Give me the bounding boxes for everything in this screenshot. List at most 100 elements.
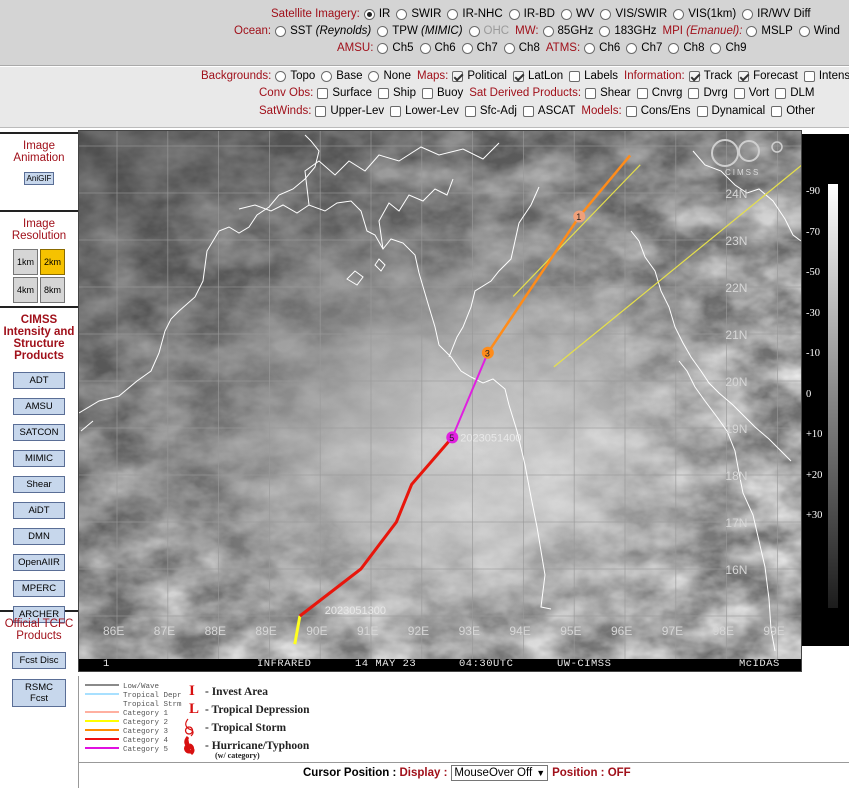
models-other-checkbox[interactable] (771, 105, 783, 117)
sat-vis-1km-radio[interactable] (673, 8, 685, 20)
conv-surface-option[interactable]: Surface (317, 87, 372, 99)
amsu-ch6-option[interactable]: Ch6 (419, 42, 456, 54)
tcfc-rsmc-fcst-button[interactable]: RSMC Fcst (12, 679, 66, 707)
mslp-option[interactable]: MSLP (746, 25, 793, 37)
resolution-4km-button[interactable]: 4km (12, 277, 38, 303)
sat-vis-swir-option[interactable]: VIS/SWIR (600, 8, 667, 20)
models-dynamical-option[interactable]: Dynamical (696, 105, 765, 117)
map-political-option[interactable]: Political (452, 70, 507, 82)
models-other-option[interactable]: Other (771, 105, 815, 117)
derived-dvrg-checkbox[interactable] (688, 87, 700, 99)
bg-topo-option[interactable]: Topo (275, 70, 315, 82)
bg-base-option[interactable]: Base (321, 70, 362, 82)
mw-85-radio[interactable] (542, 25, 554, 37)
atms-ch7-option[interactable]: Ch7 (626, 42, 662, 54)
satwinds-ascat-option[interactable]: ASCAT (522, 105, 575, 117)
conv-buoy-option[interactable]: Buoy (422, 87, 463, 99)
sat-ir-option[interactable]: IR (363, 8, 390, 20)
sst-radio[interactable] (275, 25, 287, 37)
derived-dlm-checkbox[interactable] (775, 87, 787, 99)
info-forecast-checkbox[interactable] (738, 70, 750, 82)
satellite-map-svg[interactable]: 5 3 1 86E 87E 88E 89E 90E 91E 92E 93E 94E 95E 96E 97E… (79, 131, 801, 659)
sat-vis-swir-radio[interactable] (600, 8, 612, 20)
bg-topo-radio[interactable] (275, 70, 287, 82)
sat-ir-wv-diff-option[interactable]: IR/WV Diff (742, 8, 811, 20)
tcfc-fcst-disc-button[interactable]: Fcst Disc (12, 652, 66, 669)
models-dynamical-checkbox[interactable] (696, 105, 708, 117)
amsu-ch8-radio[interactable] (503, 42, 515, 54)
tpw-radio[interactable] (377, 25, 389, 37)
map-labels-option[interactable]: Labels (569, 70, 618, 82)
bg-none-radio[interactable] (368, 70, 380, 82)
resolution-8km-button[interactable]: 8km (40, 277, 66, 303)
derived-cnvrg-option[interactable]: Cnvrg (636, 87, 682, 99)
map-latlon-checkbox[interactable] (512, 70, 524, 82)
wind-option[interactable]: Wind (798, 25, 840, 37)
product-openaiir-button[interactable]: OpenAIIR (13, 554, 65, 571)
satwinds-lower-lev-checkbox[interactable] (390, 105, 402, 117)
amsu-ch7-option[interactable]: Ch7 (461, 42, 498, 54)
sat-wv-option[interactable]: WV (560, 8, 594, 20)
product-aidt-button[interactable]: AiDT (13, 502, 65, 519)
atms-ch6-radio[interactable] (584, 42, 596, 54)
conv-buoy-checkbox[interactable] (422, 87, 433, 99)
product-adt-button[interactable]: ADT (13, 372, 65, 389)
atms-ch9-radio[interactable] (710, 42, 722, 54)
display-select[interactable]: MouseOver Off ▼ (451, 765, 549, 781)
amsu-ch7-radio[interactable] (461, 42, 473, 54)
mw-85-option[interactable]: 85GHz (542, 25, 593, 37)
map-latlon-option[interactable]: LatLon (512, 70, 563, 82)
satwinds-lower-lev-option[interactable]: Lower-Lev (390, 105, 459, 117)
tpw-option[interactable]: TPW (MIMIC) (377, 25, 463, 37)
atms-ch7-radio[interactable] (626, 42, 638, 54)
info-track-checkbox[interactable] (688, 70, 700, 82)
anigif-button[interactable]: AniGIF (23, 172, 55, 185)
resolution-2km-button[interactable]: 2km (40, 249, 66, 275)
atms-ch8-radio[interactable] (668, 42, 680, 54)
models-cons-ens-option[interactable]: Cons/Ens (625, 105, 691, 117)
satellite-image[interactable]: 5 3 1 86E 87E 88E 89E 90E 91E 92E 93E 94E 95E 96E 97E… (78, 130, 802, 672)
product-dmn-button[interactable]: DMN (13, 528, 65, 545)
amsu-ch5-radio[interactable] (377, 42, 389, 54)
product-mimic-button[interactable]: MIMIC (13, 450, 65, 467)
amsu-ch8-option[interactable]: Ch8 (503, 42, 540, 54)
info-forecast-option[interactable]: Forecast (738, 70, 798, 82)
derived-vort-checkbox[interactable] (733, 87, 745, 99)
mw-183-option[interactable]: 183GHz (599, 25, 657, 37)
sat-ir-radio[interactable] (363, 8, 375, 20)
info-intensity-checkbox[interactable] (803, 70, 815, 82)
sst-option[interactable]: SST (Reynolds) (275, 25, 371, 37)
info-intensity-option[interactable]: Intensity (803, 70, 849, 82)
sat-ir-wv-diff-radio[interactable] (742, 8, 754, 20)
satwinds-upper-lev-option[interactable]: Upper-Lev (315, 105, 384, 117)
bg-none-option[interactable]: None (368, 70, 411, 82)
sat-wv-radio[interactable] (560, 8, 572, 20)
map-political-checkbox[interactable] (452, 70, 464, 82)
wind-radio[interactable] (798, 25, 810, 37)
sat-ir-nhc-option[interactable]: IR-NHC (447, 8, 503, 20)
info-track-option[interactable]: Track (688, 70, 732, 82)
satwinds-sfc-adj-option[interactable]: Sfc-Adj (464, 105, 517, 117)
satwinds-upper-lev-checkbox[interactable] (315, 105, 327, 117)
derived-shear-checkbox[interactable] (585, 87, 597, 99)
satwinds-sfc-adj-checkbox[interactable] (464, 105, 476, 117)
amsu-ch5-option[interactable]: Ch5 (377, 42, 414, 54)
satwinds-ascat-checkbox[interactable] (522, 105, 534, 117)
conv-ship-checkbox[interactable] (377, 87, 389, 99)
mw-183-radio[interactable] (599, 25, 611, 37)
product-amsu-button[interactable]: AMSU (13, 398, 65, 415)
product-shear-button[interactable]: Shear (13, 476, 65, 493)
derived-shear-option[interactable]: Shear (585, 87, 631, 99)
derived-dlm-option[interactable]: DLM (775, 87, 814, 99)
product-mperc-button[interactable]: MPERC (13, 580, 65, 597)
sat-ir-bd-option[interactable]: IR-BD (508, 8, 555, 20)
conv-ship-option[interactable]: Ship (377, 87, 416, 99)
sat-swir-radio[interactable] (396, 8, 408, 20)
atms-ch6-option[interactable]: Ch6 (584, 42, 620, 54)
models-cons-ens-checkbox[interactable] (625, 105, 637, 117)
derived-cnvrg-checkbox[interactable] (636, 87, 648, 99)
conv-surface-checkbox[interactable] (317, 87, 329, 99)
atms-ch8-option[interactable]: Ch8 (668, 42, 704, 54)
product-satcon-button[interactable]: SATCON (13, 424, 65, 441)
sat-ir-nhc-radio[interactable] (447, 8, 459, 20)
